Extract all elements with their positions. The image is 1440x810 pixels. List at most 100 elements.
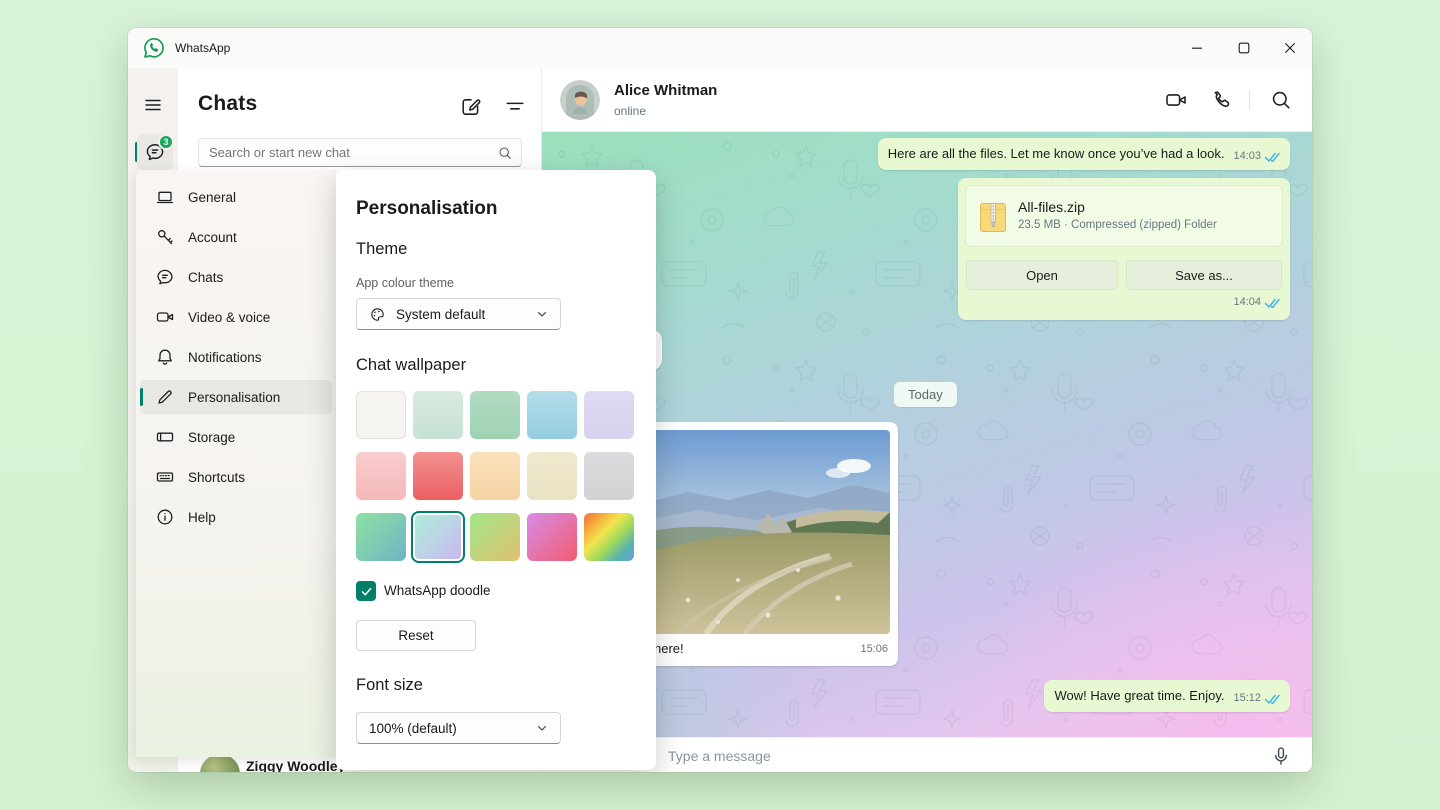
search-icon[interactable] xyxy=(497,145,513,161)
wallpaper-swatch[interactable] xyxy=(470,391,520,439)
settings-item-help[interactable]: Help xyxy=(140,500,332,534)
message-outgoing[interactable]: Here are all the files. Let me know once… xyxy=(878,138,1290,170)
contact-status: online xyxy=(614,104,646,118)
settings-item-label: Personalisation xyxy=(188,390,280,405)
wallpaper-swatch[interactable] xyxy=(584,513,634,561)
wallpaper-swatch[interactable] xyxy=(356,452,406,500)
filter-icon[interactable] xyxy=(503,95,527,119)
settings-item-label: Help xyxy=(188,510,216,525)
font-size-dropdown[interactable]: 100% (default) xyxy=(356,712,561,744)
settings-item-label: Chats xyxy=(188,270,223,285)
chat-bubble-icon xyxy=(155,267,175,287)
settings-item-label: Notifications xyxy=(188,350,262,365)
title-bar: WhatsApp xyxy=(128,28,1312,68)
search-input[interactable] xyxy=(209,145,497,160)
file-info-box[interactable]: All-files.zip 23.5 MB · Compressed (zipp… xyxy=(965,185,1283,247)
settings-item-chats[interactable]: Chats xyxy=(140,260,332,294)
wallpaper-swatch-selected[interactable] xyxy=(413,513,463,561)
message-time: 14:03 xyxy=(1233,150,1261,162)
wallpaper-swatch[interactable] xyxy=(584,391,634,439)
save-as-button[interactable]: Save as... xyxy=(1126,260,1282,290)
wallpaper-swatch[interactable] xyxy=(356,391,406,439)
check-icon xyxy=(360,585,373,598)
chats-title: Chats xyxy=(198,92,257,116)
microphone-icon[interactable] xyxy=(1270,745,1292,767)
wallpaper-swatch[interactable] xyxy=(413,391,463,439)
message-time: 14:04 xyxy=(1233,296,1261,308)
new-chat-icon[interactable] xyxy=(459,95,483,119)
settings-item-shortcuts[interactable]: Shortcuts xyxy=(140,460,332,494)
chevron-down-icon xyxy=(536,722,548,734)
bell-icon xyxy=(155,347,175,367)
voice-call-icon[interactable] xyxy=(1209,88,1233,112)
wallpaper-swatch[interactable] xyxy=(470,513,520,561)
laptop-icon xyxy=(155,187,175,207)
message-outgoing[interactable]: Wow! Have great time. Enjoy. 15:12 xyxy=(1044,680,1290,712)
theme-heading: Theme xyxy=(356,240,407,259)
message-photo-incoming[interactable]: here! 15:06 xyxy=(640,422,898,666)
close-button[interactable] xyxy=(1275,36,1305,60)
settings-nav: General Account Chats Video & voice Noti… xyxy=(136,170,336,757)
wallpaper-swatch[interactable] xyxy=(356,513,406,561)
divider xyxy=(1249,90,1250,110)
key-icon xyxy=(155,227,175,247)
settings-item-notifications[interactable]: Notifications xyxy=(140,340,332,374)
whatsapp-logo-icon xyxy=(142,36,166,60)
message-input[interactable] xyxy=(668,738,1228,772)
settings-item-video-voice[interactable]: Video & voice xyxy=(140,300,332,334)
zip-file-icon xyxy=(979,200,1007,234)
chat-name: Ziggy Woodley xyxy=(246,758,345,772)
date-divider: Today xyxy=(894,382,957,407)
wallpaper-swatch[interactable] xyxy=(527,513,577,561)
window-title: WhatsApp xyxy=(175,41,230,55)
whatsapp-doodle-label: WhatsApp doodle xyxy=(384,583,491,598)
maximize-button[interactable] xyxy=(1229,36,1259,60)
read-receipt-icon xyxy=(1264,297,1280,308)
video-call-icon[interactable] xyxy=(1164,88,1188,112)
photo-attachment[interactable] xyxy=(648,430,890,634)
contact-name: Alice Whitman xyxy=(614,82,717,99)
settings-item-personalisation[interactable]: Personalisation xyxy=(140,380,332,414)
storage-icon xyxy=(155,427,175,447)
wallpaper-swatch[interactable] xyxy=(470,452,520,500)
settings-item-general[interactable]: General xyxy=(140,180,332,214)
settings-item-account[interactable]: Account xyxy=(140,220,332,254)
settings-item-label: General xyxy=(188,190,236,205)
file-name: All-files.zip xyxy=(1018,199,1085,215)
pen-icon xyxy=(155,387,175,407)
reset-button[interactable]: Reset xyxy=(356,620,476,651)
minimize-button[interactable] xyxy=(1182,36,1212,60)
search-box xyxy=(198,138,522,167)
read-receipt-icon xyxy=(1264,693,1280,704)
conversation-area: Alice Whitman online Here are all the fi… xyxy=(542,68,1312,772)
font-size-value: 100% (default) xyxy=(369,721,457,736)
wallpaper-swatch[interactable] xyxy=(413,452,463,500)
message-file-outgoing[interactable]: All-files.zip 23.5 MB · Compressed (zipp… xyxy=(958,178,1290,320)
whatsapp-window: WhatsApp 3 Chats xyxy=(128,28,1312,772)
settings-item-label: Shortcuts xyxy=(188,470,245,485)
contact-avatar[interactable] xyxy=(560,80,600,120)
wallpaper-swatch[interactable] xyxy=(527,452,577,500)
video-icon xyxy=(155,307,175,327)
settings-item-label: Video & voice xyxy=(188,310,270,325)
whatsapp-doodle-checkbox[interactable] xyxy=(356,581,376,601)
mountain-photo xyxy=(648,430,890,634)
personalisation-panel: Personalisation Theme App colour theme S… xyxy=(336,170,656,770)
message-text: Here are all the files. Let me know once… xyxy=(888,145,1225,163)
unread-badge: 3 xyxy=(158,134,174,150)
wallpaper-swatch[interactable] xyxy=(527,391,577,439)
message-time: 15:06 xyxy=(860,643,888,655)
font-size-heading: Font size xyxy=(356,676,423,695)
chat-wallpaper-heading: Chat wallpaper xyxy=(356,356,466,375)
menu-icon[interactable] xyxy=(143,95,163,115)
settings-item-storage[interactable]: Storage xyxy=(140,420,332,454)
message-text: Wow! Have great time. Enjoy. xyxy=(1054,687,1224,705)
open-file-button[interactable]: Open xyxy=(966,260,1118,290)
message-time: 15:12 xyxy=(1233,692,1261,704)
settings-item-label: Storage xyxy=(188,430,235,445)
search-chat-icon[interactable] xyxy=(1269,88,1293,112)
chevron-down-icon xyxy=(536,308,548,320)
wallpaper-swatch[interactable] xyxy=(584,452,634,500)
theme-dropdown[interactable]: System default xyxy=(356,298,561,330)
app-colour-theme-label: App colour theme xyxy=(356,276,454,290)
